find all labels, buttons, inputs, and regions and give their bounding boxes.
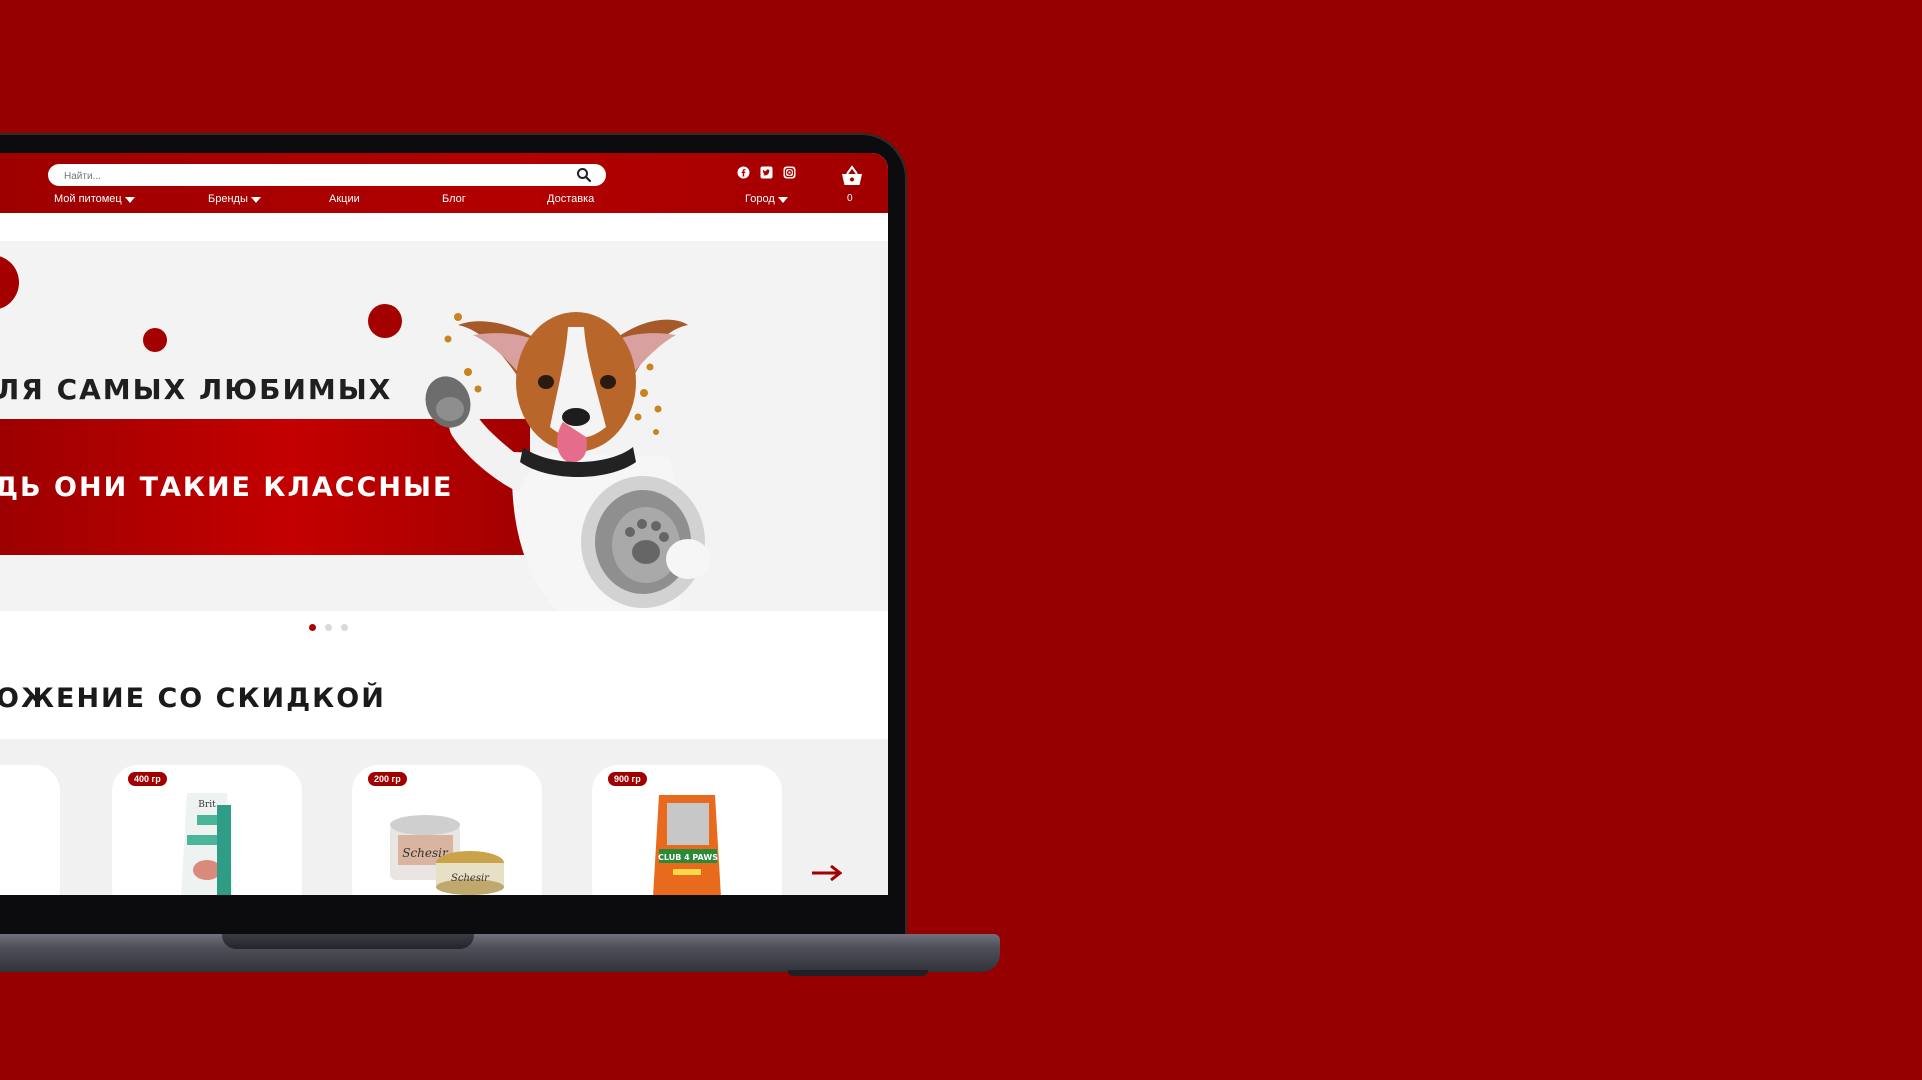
hero-heading: ЛЯ САМЫХ ЛЮБИМЫХ — [0, 373, 393, 406]
weight-badge: 200 гр — [368, 772, 407, 786]
slider-dots — [309, 624, 348, 631]
arrow-right-icon[interactable] — [812, 865, 842, 881]
nav-label: Акции — [329, 193, 360, 205]
facebook-icon[interactable] — [737, 166, 750, 179]
dog-illustration — [425, 312, 710, 611]
product-image: Brit — [181, 793, 233, 895]
search-input[interactable] — [62, 166, 566, 186]
slide-dot-3[interactable] — [341, 624, 348, 631]
website-screen: Мой питомец Бренды Акции Блог Доставка Г… — [0, 153, 888, 895]
nav-label: Бренды — [208, 193, 248, 205]
search-icon[interactable] — [576, 167, 592, 183]
svg-text:Schesir: Schesir — [451, 873, 490, 884]
product-image: CLUB 4 PAWS — [653, 795, 721, 895]
laptop-foot — [788, 970, 928, 976]
site-header: Мой питомец Бренды Акции Блог Доставка Г… — [0, 153, 888, 213]
laptop-notch — [222, 934, 474, 949]
decor-circle — [143, 328, 167, 352]
basket-icon[interactable] — [840, 165, 864, 187]
social-links — [737, 166, 796, 179]
decor-circle — [0, 255, 19, 310]
city-selector[interactable]: Город — [745, 193, 788, 205]
main-nav: Мой питомец Бренды Акции Блог Доставка Г… — [0, 193, 820, 211]
search-bar[interactable] — [48, 164, 606, 186]
product-card[interactable] — [0, 765, 60, 895]
chevron-down-icon — [777, 197, 788, 203]
section-title: ОЖЕНИЕ СО СКИДКОЙ — [0, 683, 386, 714]
nav-item-blog[interactable]: Блог — [442, 193, 466, 205]
laptop-base — [0, 934, 1000, 972]
product-card[interactable]: 900 гр CLUB 4 PAWS — [592, 765, 782, 895]
svg-text:Brit: Brit — [198, 800, 216, 810]
decor-circle — [368, 304, 402, 338]
hero-subheading: ДЬ ОНИ ТАКИЕ КЛАССНЫЕ — [0, 472, 454, 503]
slide-dot-1[interactable] — [309, 624, 316, 631]
cart-count: 0 — [847, 193, 853, 204]
nav-item-sales[interactable]: Акции — [329, 193, 360, 205]
instagram-icon[interactable] — [783, 166, 796, 179]
chevron-down-icon — [124, 197, 135, 203]
slide-dot-2[interactable] — [325, 624, 332, 631]
twitter-icon[interactable] — [760, 166, 773, 179]
city-label: Город — [745, 193, 775, 205]
product-card[interactable]: 400 гр Brit — [112, 765, 302, 895]
weight-badge: 900 гр — [608, 772, 647, 786]
weight-badge: 400 гр — [128, 772, 167, 786]
chevron-down-icon — [250, 197, 261, 203]
product-image: Schesir Schesir — [390, 815, 504, 895]
nav-item-delivery[interactable]: Доставка — [547, 193, 594, 205]
svg-text:CLUB 4 PAWS: CLUB 4 PAWS — [658, 853, 718, 862]
nav-item-brands[interactable]: Бренды — [208, 193, 261, 205]
nav-label: Доставка — [547, 193, 595, 205]
nav-label: Блог — [442, 193, 466, 205]
product-card[interactable]: 200 гр Schesir Schesir — [352, 765, 542, 895]
nav-label: Мой питомец — [54, 193, 122, 205]
products-row: 400 гр Brit 200 гр Schesir Schesir 900 г… — [0, 739, 888, 895]
hero-banner[interactable]: ЛЯ САМЫХ ЛЮБИМЫХ ДЬ ОНИ ТАКИЕ КЛАССНЫЕ — [0, 241, 888, 611]
nav-item-my-pet[interactable]: Мой питомец — [54, 193, 135, 205]
